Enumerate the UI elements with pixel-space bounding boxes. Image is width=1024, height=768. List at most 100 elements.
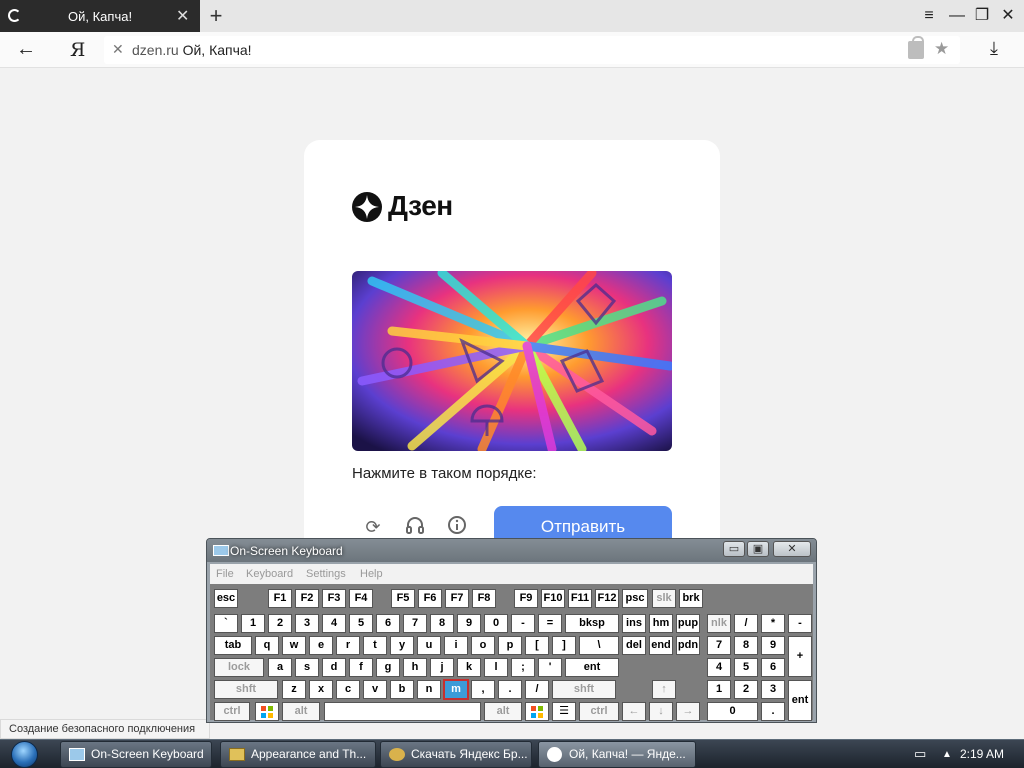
osk-maximize-button[interactable]: ▣	[747, 541, 769, 557]
close-window-icon[interactable]: ✕	[996, 4, 1020, 28]
key-sym[interactable]: ↑	[652, 680, 676, 699]
key-4[interactable]: 4	[322, 614, 346, 633]
new-tab-button[interactable]: +	[204, 3, 228, 29]
show-hidden-icons-icon[interactable]: ▲	[942, 749, 952, 760]
key-F10[interactable]: F10	[541, 589, 565, 608]
key-i[interactable]: i	[444, 636, 468, 655]
key-ent[interactable]: ent	[565, 658, 619, 677]
stop-loading-icon[interactable]: ✕	[112, 41, 124, 58]
key-q[interactable]: q	[255, 636, 279, 655]
key-3[interactable]: 3	[761, 680, 785, 699]
info-icon[interactable]	[445, 515, 469, 539]
menu-icon[interactable]: ≡	[917, 4, 941, 28]
windows-key-icon[interactable]	[525, 702, 549, 721]
key-F3[interactable]: F3	[322, 589, 346, 608]
key-z[interactable]: z	[282, 680, 306, 699]
key-1[interactable]: 1	[241, 614, 265, 633]
key-5[interactable]: 5	[349, 614, 373, 633]
key-shft[interactable]: shft	[552, 680, 616, 699]
key-7[interactable]: 7	[707, 636, 731, 655]
download-icon[interactable]: ⤓	[990, 38, 998, 59]
key-sym[interactable]: /	[734, 614, 758, 633]
key-slk[interactable]: slk	[652, 589, 676, 608]
key-sym[interactable]: ←	[622, 702, 646, 721]
key-sym[interactable]: .	[498, 680, 522, 699]
address-bar[interactable]: ✕ dzen.ru Ой, Капча! ★	[104, 36, 960, 64]
key-ctrl[interactable]: ctrl	[214, 702, 250, 721]
key-sym[interactable]: .	[761, 702, 785, 721]
key-9[interactable]: 9	[761, 636, 785, 655]
tab-close-icon[interactable]: ✕	[176, 6, 189, 26]
taskbar-item-osk[interactable]: On-Screen Keyboard	[60, 741, 212, 768]
key-u[interactable]: u	[417, 636, 441, 655]
key-v[interactable]: v	[363, 680, 387, 699]
key-k[interactable]: k	[457, 658, 481, 677]
key-s[interactable]: s	[295, 658, 319, 677]
menu-keyboard[interactable]: Keyboard	[246, 568, 293, 580]
key-shft[interactable]: shft	[214, 680, 278, 699]
key-sym[interactable]: ,	[471, 680, 495, 699]
key-hm[interactable]: hm	[649, 614, 673, 633]
key-p[interactable]: p	[498, 636, 522, 655]
key-F1[interactable]: F1	[268, 589, 292, 608]
key-space[interactable]	[324, 702, 481, 721]
key-nlk[interactable]: nlk	[707, 614, 731, 633]
key-sym[interactable]: [	[525, 636, 549, 655]
key-F5[interactable]: F5	[391, 589, 415, 608]
key-b[interactable]: b	[390, 680, 414, 699]
key-a[interactable]: a	[268, 658, 292, 677]
key-ins[interactable]: ins	[622, 614, 646, 633]
menu-help[interactable]: Help	[360, 568, 383, 580]
taskbar-item-appearance[interactable]: Appearance and Th...	[220, 741, 376, 768]
key-F6[interactable]: F6	[418, 589, 442, 608]
key-h[interactable]: h	[403, 658, 427, 677]
key-sym[interactable]: '	[538, 658, 562, 677]
key-y[interactable]: y	[390, 636, 414, 655]
key-F8[interactable]: F8	[472, 589, 496, 608]
key-alt[interactable]: alt	[282, 702, 320, 721]
key-g[interactable]: g	[376, 658, 400, 677]
yandex-logo-button[interactable]: Я	[70, 39, 85, 61]
captcha-image[interactable]	[352, 271, 672, 451]
key-sym[interactable]: +	[788, 636, 812, 677]
key-sym[interactable]: -	[788, 614, 812, 633]
key-alt[interactable]: alt	[484, 702, 522, 721]
key-sym[interactable]: *	[761, 614, 785, 633]
keyboard-tray-icon[interactable]: ▭	[914, 746, 926, 762]
key-F4[interactable]: F4	[349, 589, 373, 608]
key-ent[interactable]: ent	[788, 680, 812, 721]
menu-file[interactable]: File	[216, 568, 234, 580]
key-0[interactable]: 0	[484, 614, 508, 633]
key-pup[interactable]: pup	[676, 614, 700, 633]
key-j[interactable]: j	[430, 658, 454, 677]
key-sym[interactable]: `	[214, 614, 238, 633]
osk-titlebar[interactable]: On-Screen Keyboard ▭ ▣ ✕	[207, 539, 816, 562]
key-3[interactable]: 3	[295, 614, 319, 633]
key-x[interactable]: x	[309, 680, 333, 699]
key-sym[interactable]: \	[579, 636, 619, 655]
key-end[interactable]: end	[649, 636, 673, 655]
key-9[interactable]: 9	[457, 614, 481, 633]
key-m[interactable]: m	[443, 679, 469, 700]
osk-close-button[interactable]: ✕	[773, 541, 811, 557]
key-brk[interactable]: brk	[679, 589, 703, 608]
key-bksp[interactable]: bksp	[565, 614, 619, 633]
key-t[interactable]: t	[363, 636, 387, 655]
key-6[interactable]: 6	[376, 614, 400, 633]
key-sym[interactable]: /	[525, 680, 549, 699]
key-lock[interactable]: lock	[214, 658, 264, 677]
taskbar-item-download[interactable]: Скачать Яндекс Бр...	[380, 741, 532, 768]
key-2[interactable]: 2	[734, 680, 758, 699]
key-psc[interactable]: psc	[622, 589, 648, 608]
key-sym[interactable]: ;	[511, 658, 535, 677]
key-n[interactable]: n	[417, 680, 441, 699]
key-2[interactable]: 2	[268, 614, 292, 633]
key-d[interactable]: d	[322, 658, 346, 677]
tab-active[interactable]: Ой, Капча! ✕	[0, 0, 200, 32]
back-button[interactable]: ←	[16, 38, 36, 61]
key-f[interactable]: f	[349, 658, 373, 677]
menu-settings[interactable]: Settings	[306, 568, 346, 580]
key-esc[interactable]: esc	[214, 589, 238, 608]
key-4[interactable]: 4	[707, 658, 731, 677]
key-e[interactable]: e	[309, 636, 333, 655]
